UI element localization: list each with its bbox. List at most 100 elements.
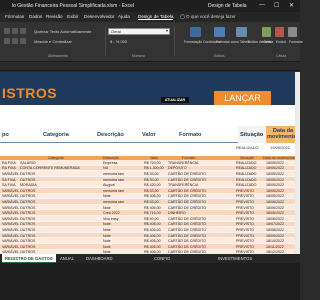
cell-formato: CARTÃO DE CRÉDITO [168, 216, 207, 221]
cell-tipo: VARIÁVEL [2, 211, 20, 216]
cell-data: 18/05/2022 [266, 160, 284, 165]
format-button[interactable]: Formatar [289, 40, 303, 44]
wrap-text-button[interactable]: Quebrar Texto Automaticamente [34, 29, 91, 34]
align-left-icon[interactable] [4, 38, 10, 44]
vertical-scrollbar[interactable] [295, 72, 300, 254]
cell-categoria: OUTROS [20, 194, 36, 199]
cell-data: 18/06/2022 [266, 205, 284, 210]
cell-descricao: Note [103, 233, 111, 238]
cell-situacao: PREVISTO [236, 199, 255, 204]
tab-dados[interactable]: Dados [29, 14, 42, 19]
delete-cells-icon[interactable] [275, 27, 284, 37]
cell-situacao: PREVISTO [236, 244, 255, 249]
tab-desenvolvedor[interactable]: Desenvolvedor [84, 14, 115, 19]
tab-exibir[interactable]: Exibir [67, 14, 79, 19]
ribbon-tabs: Fórmulas Dados Revisão Exibir Desenvolve… [0, 12, 300, 22]
cell-formato: TRANSFERÊNCIA [168, 183, 199, 188]
cell-tipo: VARIÁVEL [2, 171, 20, 176]
cell-tipo: VARIÁVEL [2, 227, 20, 232]
align-middle-icon[interactable] [12, 28, 18, 34]
format-as-table-button[interactable]: Formatar como Tabela [216, 40, 250, 44]
cell-valor: R$ 53,00 [144, 171, 159, 176]
cell-categoria: OUTROS [20, 188, 36, 193]
cell-formato: CARTÃO DE CRÉDITO [168, 171, 207, 176]
cell-valor: R$ 53,00 [144, 199, 159, 204]
cell-valor: R$ 420,00 [144, 183, 161, 188]
cell-situacao: PREVISTO [236, 194, 255, 199]
cell-formato: CARTÃO DE CRÉDITO [168, 194, 207, 199]
cell-tipo: VARIÁVEL [2, 194, 20, 199]
format-table-icon[interactable] [214, 27, 225, 37]
tab-design-tabela[interactable]: Design de Tabela [138, 14, 174, 20]
cell-data: 18/05/2022 [266, 171, 284, 176]
tab-anual[interactable]: ANUAL [60, 256, 74, 261]
cell-data: 18/05/2022 [266, 177, 284, 182]
tab-investimentos[interactable]: INVESTIMENTOS [218, 256, 252, 261]
tab-dashboard[interactable]: DASHBOARD [86, 256, 113, 261]
launch-button[interactable]: LANÇAR [214, 91, 271, 105]
cell-valor: R$ 406,00 [144, 227, 161, 232]
cell-categoria: OUTROS [20, 199, 36, 204]
align-bottom-icon[interactable] [20, 28, 26, 34]
tab-ajuda[interactable]: Ajuda [118, 14, 130, 19]
title-bar: lo Gestão Financeira Pessoal Simplificad… [0, 0, 300, 12]
cell-data: 18/06/2022 [266, 211, 284, 216]
worksheet[interactable]: ISTROS ATUALIZAR LANÇAR po Categoria Des… [0, 72, 300, 254]
cell-tipo: VARIÁVEL [2, 205, 20, 210]
cell-data: 18/09/2022 [266, 233, 284, 238]
header-formato: Formato [179, 132, 202, 138]
cell-tipo: SA FIXA [2, 177, 16, 182]
merge-center-button[interactable]: Mesclar e Centralizar [34, 39, 72, 44]
cell-tipo: RA FIXA [2, 160, 16, 165]
cell-formato: DEPÓSITO [168, 166, 187, 171]
preview-status: REALIZADO [236, 145, 259, 150]
insert-cells-icon[interactable] [262, 27, 271, 37]
cell-situacao: REALIZADO [236, 166, 257, 171]
cell-situacao: REALIZADO [236, 177, 257, 182]
cell-tipo: VARIÁVEL [2, 233, 20, 238]
align-top-icon[interactable] [4, 28, 10, 34]
cell-situacao: PREVISTO [236, 216, 255, 221]
cell-formato: CARTÃO DE CRÉDITO [168, 244, 207, 249]
format-cells-icon[interactable] [288, 27, 297, 37]
header-situacao: Situação [240, 132, 264, 138]
tab-registro-gastos[interactable]: REGISTRO DE GASTOS [2, 254, 56, 263]
cell-descricao: Vivo easy [103, 216, 119, 221]
number-format-select[interactable]: Geral ▾ [108, 28, 170, 35]
cell-descricao: Note [103, 244, 111, 249]
cell-formato: CARTÃO DE CRÉDITO [168, 222, 207, 227]
cell-descricao: NU [103, 166, 109, 171]
cell-styles-icon[interactable] [236, 27, 247, 37]
minimize-icon[interactable]: — [259, 2, 265, 8]
cell-categoria: OUTROS [20, 205, 36, 210]
formula-bar[interactable] [0, 63, 300, 71]
cell-data: 18/05/2022 [266, 183, 284, 188]
maximize-icon[interactable]: ☐ [274, 2, 279, 9]
cell-situacao: PREVISTO [236, 211, 255, 216]
align-center-icon[interactable] [12, 38, 18, 44]
tab-revisao[interactable]: Revisão [46, 14, 63, 19]
form-header-row: po Categoria Descrição Valor Formato Sit… [0, 126, 300, 143]
close-icon[interactable]: ✕ [289, 2, 294, 9]
tell-me-search[interactable]: O que você deseja fazer [186, 14, 236, 19]
ribbon-separator [174, 26, 175, 56]
currency-icon[interactable]: $ - % 000 [110, 39, 127, 44]
preview-date: 19/05/2022 [270, 145, 291, 150]
delete-button[interactable]: Excluir [276, 40, 286, 44]
insert-button[interactable]: Inserir [262, 40, 271, 44]
conditional-format-icon[interactable] [190, 27, 201, 37]
cell-data: 18/10/2022 [266, 239, 284, 244]
sheet-banner: ISTROS ATUALIZAR LANÇAR [0, 72, 300, 105]
cell-situacao: PREVISTO [236, 222, 255, 227]
cell-valor: R$ 715,00 [144, 211, 161, 216]
cell-situacao: PREVISTO [236, 188, 255, 193]
refresh-button[interactable]: ATUALIZAR [161, 97, 189, 103]
tab-config[interactable]: CONFIG [154, 256, 170, 261]
cell-data: 18/08/2022 [266, 227, 284, 232]
tab-formulas[interactable]: Fórmulas [5, 14, 24, 19]
align-right-icon[interactable] [20, 38, 26, 44]
ribbon-separator [105, 26, 106, 56]
lightbulb-icon: ◯ [180, 14, 186, 19]
cell-categoria: OUTROS [20, 222, 36, 227]
cell-formato: DINHEIRO [168, 211, 186, 216]
